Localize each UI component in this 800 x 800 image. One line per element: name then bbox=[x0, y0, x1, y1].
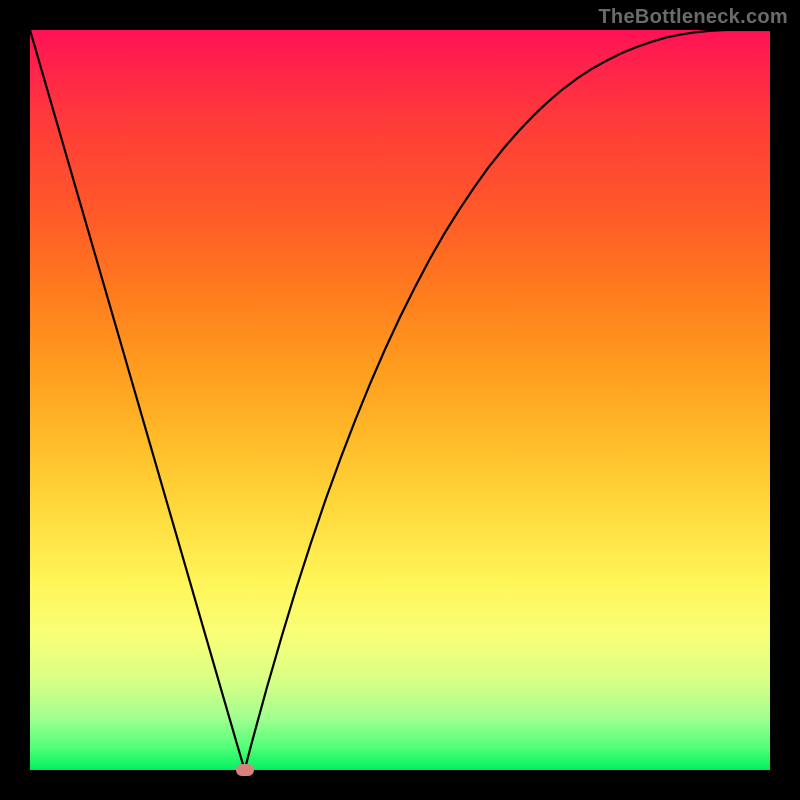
watermark-text: TheBottleneck.com bbox=[598, 6, 788, 29]
chart-frame: TheBottleneck.com bbox=[0, 0, 800, 800]
curve-svg bbox=[30, 30, 770, 770]
curve-path bbox=[30, 30, 770, 770]
minimum-marker bbox=[236, 764, 254, 776]
plot-area bbox=[30, 30, 770, 770]
